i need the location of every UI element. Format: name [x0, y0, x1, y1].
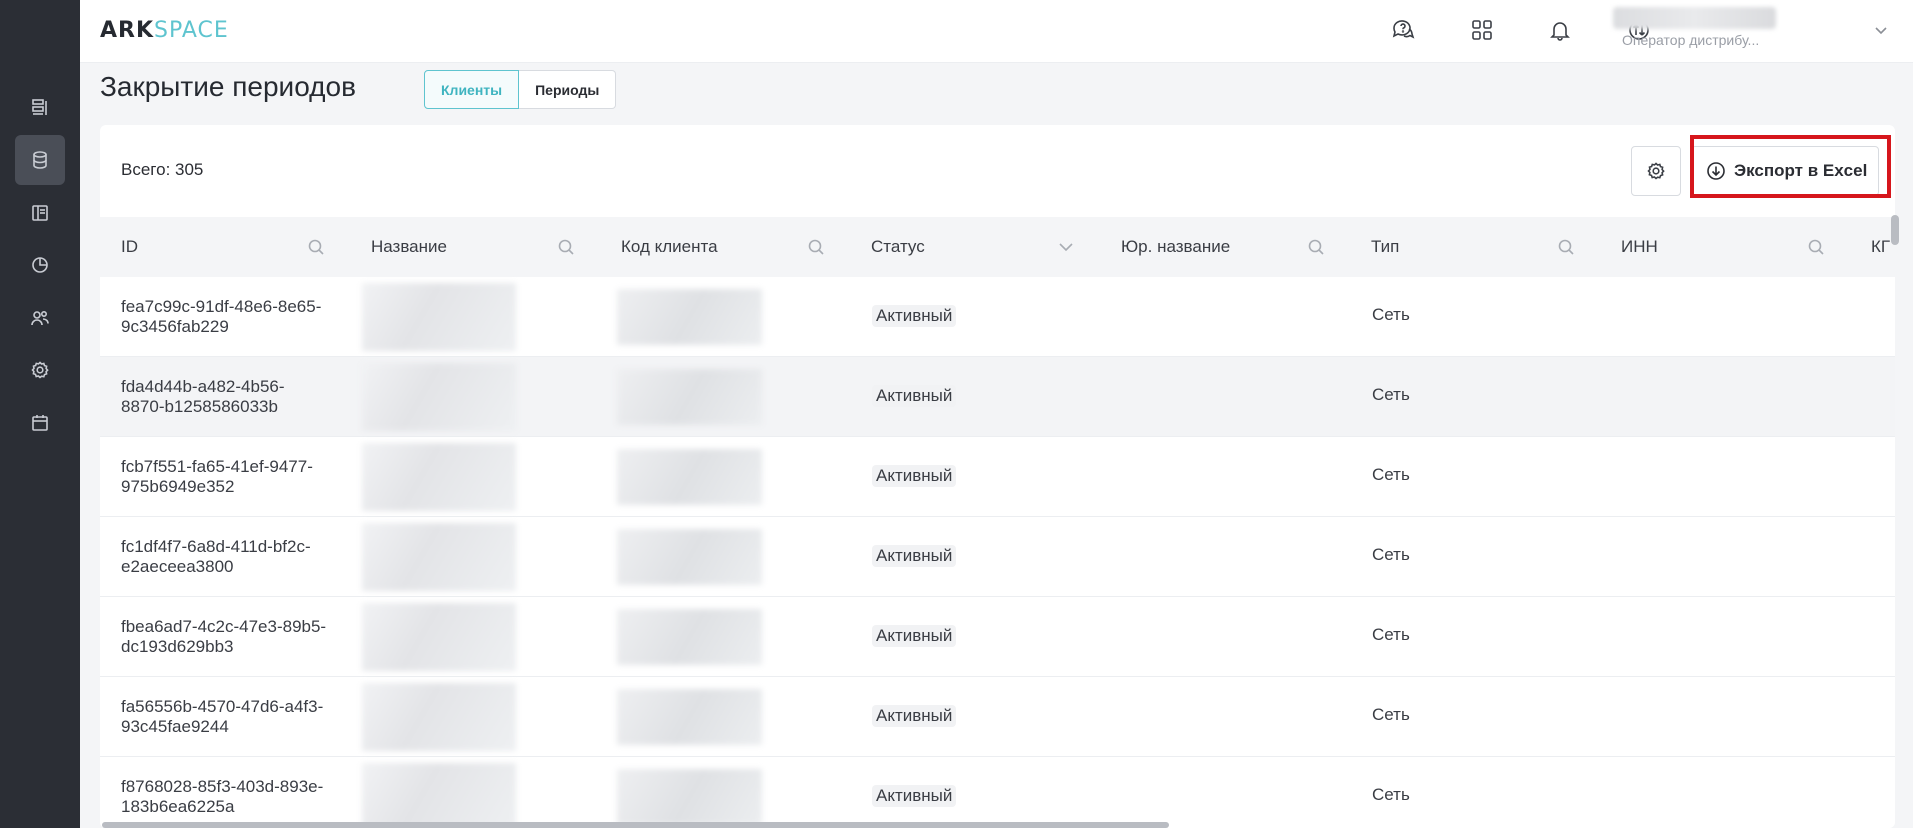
column-header-kg[interactable]: КГ — [1871, 217, 1890, 277]
status-badge: Активный — [872, 465, 957, 487]
calendar-icon — [32, 415, 48, 431]
gear-icon — [31, 361, 49, 379]
column-header-inn[interactable]: ИНН — [1621, 217, 1658, 277]
cell-type: Сеть — [1372, 705, 1410, 724]
logo-part1: ARK — [100, 18, 155, 43]
pie-chart-icon — [32, 257, 48, 273]
cell-type: Сеть — [1372, 465, 1410, 484]
user-name-redacted[interactable] — [1613, 7, 1776, 29]
logo-part2: SPACE — [154, 18, 229, 43]
sidebar-item-layout[interactable] — [15, 188, 65, 238]
search-icon[interactable] — [556, 237, 576, 257]
cell-type: Сеть — [1372, 385, 1410, 404]
status-badge: Активный — [872, 305, 957, 327]
layout-icon — [32, 205, 48, 221]
cell-client-code-redacted — [617, 449, 762, 505]
user-menu-chevron-icon[interactable] — [1873, 22, 1889, 38]
cell-id: fbea6ad7-4c2c-47e3-89b5- dc193d629bb3 — [121, 617, 327, 656]
cell-client-code-redacted — [617, 369, 762, 425]
total-count: Всего: 305 — [121, 160, 204, 179]
column-header-type[interactable]: Тип — [1371, 217, 1399, 277]
list-icon — [32, 99, 47, 115]
notifications-button[interactable] — [1544, 14, 1576, 46]
cell-name-redacted — [362, 763, 516, 828]
tab-clients[interactable]: Клиенты — [424, 70, 520, 109]
cell-id: fa56556b-4570-47d6-a4f3- 93c45fae9244 — [121, 697, 324, 736]
sidebar-rail — [0, 0, 80, 828]
status-badge: Активный — [872, 705, 957, 727]
status-badge: Активный — [872, 785, 957, 807]
table-header: ID Название Код клиента Статус Юр. назва… — [100, 217, 1895, 277]
cell-type: Сеть — [1372, 785, 1410, 804]
view-tabs: Клиенты Периоды — [424, 70, 617, 109]
search-icon[interactable] — [1306, 237, 1326, 257]
column-header-id[interactable]: ID — [121, 217, 138, 277]
sidebar-item-list[interactable] — [15, 82, 65, 132]
grid-icon — [1472, 20, 1492, 40]
top-header: ARKSPACE Оператор дистрибу... — [80, 0, 1913, 63]
app-logo[interactable]: ARKSPACE — [100, 18, 229, 43]
help-chat-icon — [1392, 20, 1415, 39]
support-chat-button[interactable] — [1387, 14, 1419, 46]
search-icon[interactable] — [306, 237, 326, 257]
cell-id: fc1df4f7-6a8d-411d-bf2c-e2aeceea3800 — [121, 537, 311, 576]
clients-card: Всего: 305 Экспорт в Excel ID Название К… — [100, 125, 1895, 828]
column-header-legal-name[interactable]: Юр. название — [1121, 217, 1230, 277]
database-icon — [33, 151, 47, 169]
table-row[interactable]: fa56556b-4570-47d6-a4f3- 93c45fae9244 Акт… — [100, 677, 1895, 757]
cell-id: fcb7f551-fa65-41ef-9477- 975b6949e352 — [121, 457, 313, 496]
cell-type: Сеть — [1372, 545, 1410, 564]
cell-name-redacted — [362, 363, 516, 431]
search-icon[interactable] — [806, 237, 826, 257]
sidebar-item-users[interactable] — [15, 293, 65, 343]
search-icon[interactable] — [1806, 237, 1826, 257]
user-role[interactable]: Оператор дистрибу... — [1622, 32, 1772, 48]
apps-button[interactable] — [1466, 14, 1498, 46]
download-circle-icon — [1707, 162, 1725, 180]
table-row[interactable]: fcb7f551-fa65-41ef-9477- 975b6949e352 Акт… — [100, 437, 1895, 517]
horizontal-scrollbar[interactable] — [102, 822, 1169, 828]
table-row[interactable]: fea7c99c-91df-48e6-8e65- 9c3456fab229 Акт… — [100, 277, 1895, 357]
cell-client-code-redacted — [617, 689, 762, 745]
cell-type: Сеть — [1372, 305, 1410, 324]
vertical-scrollbar[interactable] — [1891, 215, 1899, 245]
sidebar-item-database[interactable] — [15, 135, 65, 185]
column-header-status[interactable]: Статус — [871, 217, 925, 277]
cell-type: Сеть — [1372, 625, 1410, 644]
export-excel-label: Экспорт в Excel — [1734, 161, 1868, 180]
table-row[interactable]: f8768028-85f3-403d-893e- 183b6ea6225a Акт… — [100, 757, 1895, 828]
cell-client-code-redacted — [617, 529, 762, 585]
chevron-down-icon[interactable] — [1056, 237, 1076, 257]
cell-name-redacted — [362, 603, 516, 671]
cell-id: fea7c99c-91df-48e6-8e65- 9c3456fab229 — [121, 297, 322, 336]
cell-name-redacted — [362, 283, 516, 351]
tab-periods[interactable]: Периоды — [519, 70, 617, 109]
cell-client-code-redacted — [617, 769, 762, 825]
status-badge: Активный — [872, 385, 957, 407]
cell-id: fda4d44b-a482-4b56- 8870-b1258586033b — [121, 377, 285, 416]
table-row[interactable]: fbea6ad7-4c2c-47e3-89b5- dc193d629bb3 Акт… — [100, 597, 1895, 677]
cell-client-code-redacted — [617, 289, 762, 345]
cell-id: f8768028-85f3-403d-893e- 183b6ea6225a — [121, 777, 324, 816]
search-icon[interactable] — [1556, 237, 1576, 257]
sidebar-item-settings[interactable] — [15, 345, 65, 395]
status-badge: Активный — [872, 545, 957, 567]
cell-name-redacted — [362, 443, 516, 511]
status-badge: Активный — [872, 625, 957, 647]
users-icon — [31, 310, 49, 326]
column-header-client-code[interactable]: Код клиента — [621, 217, 718, 277]
table-settings-button[interactable] — [1631, 146, 1681, 196]
table-row[interactable]: fc1df4f7-6a8d-411d-bf2c-e2aeceea3800 Акт… — [100, 517, 1895, 597]
gear-icon — [1647, 162, 1665, 180]
table-row[interactable]: fda4d44b-a482-4b56- 8870-b1258586033b Акт… — [100, 357, 1895, 437]
sidebar-item-calendar[interactable] — [15, 398, 65, 448]
bell-icon — [1550, 22, 1570, 41]
export-excel-button[interactable]: Экспорт в Excel — [1691, 146, 1879, 196]
column-header-name[interactable]: Название — [371, 217, 447, 277]
page-title: Закрытие периодов — [100, 71, 356, 102]
cell-name-redacted — [362, 523, 516, 591]
cell-name-redacted — [362, 683, 516, 751]
sidebar-item-reports[interactable] — [15, 240, 65, 290]
cell-client-code-redacted — [617, 609, 762, 665]
